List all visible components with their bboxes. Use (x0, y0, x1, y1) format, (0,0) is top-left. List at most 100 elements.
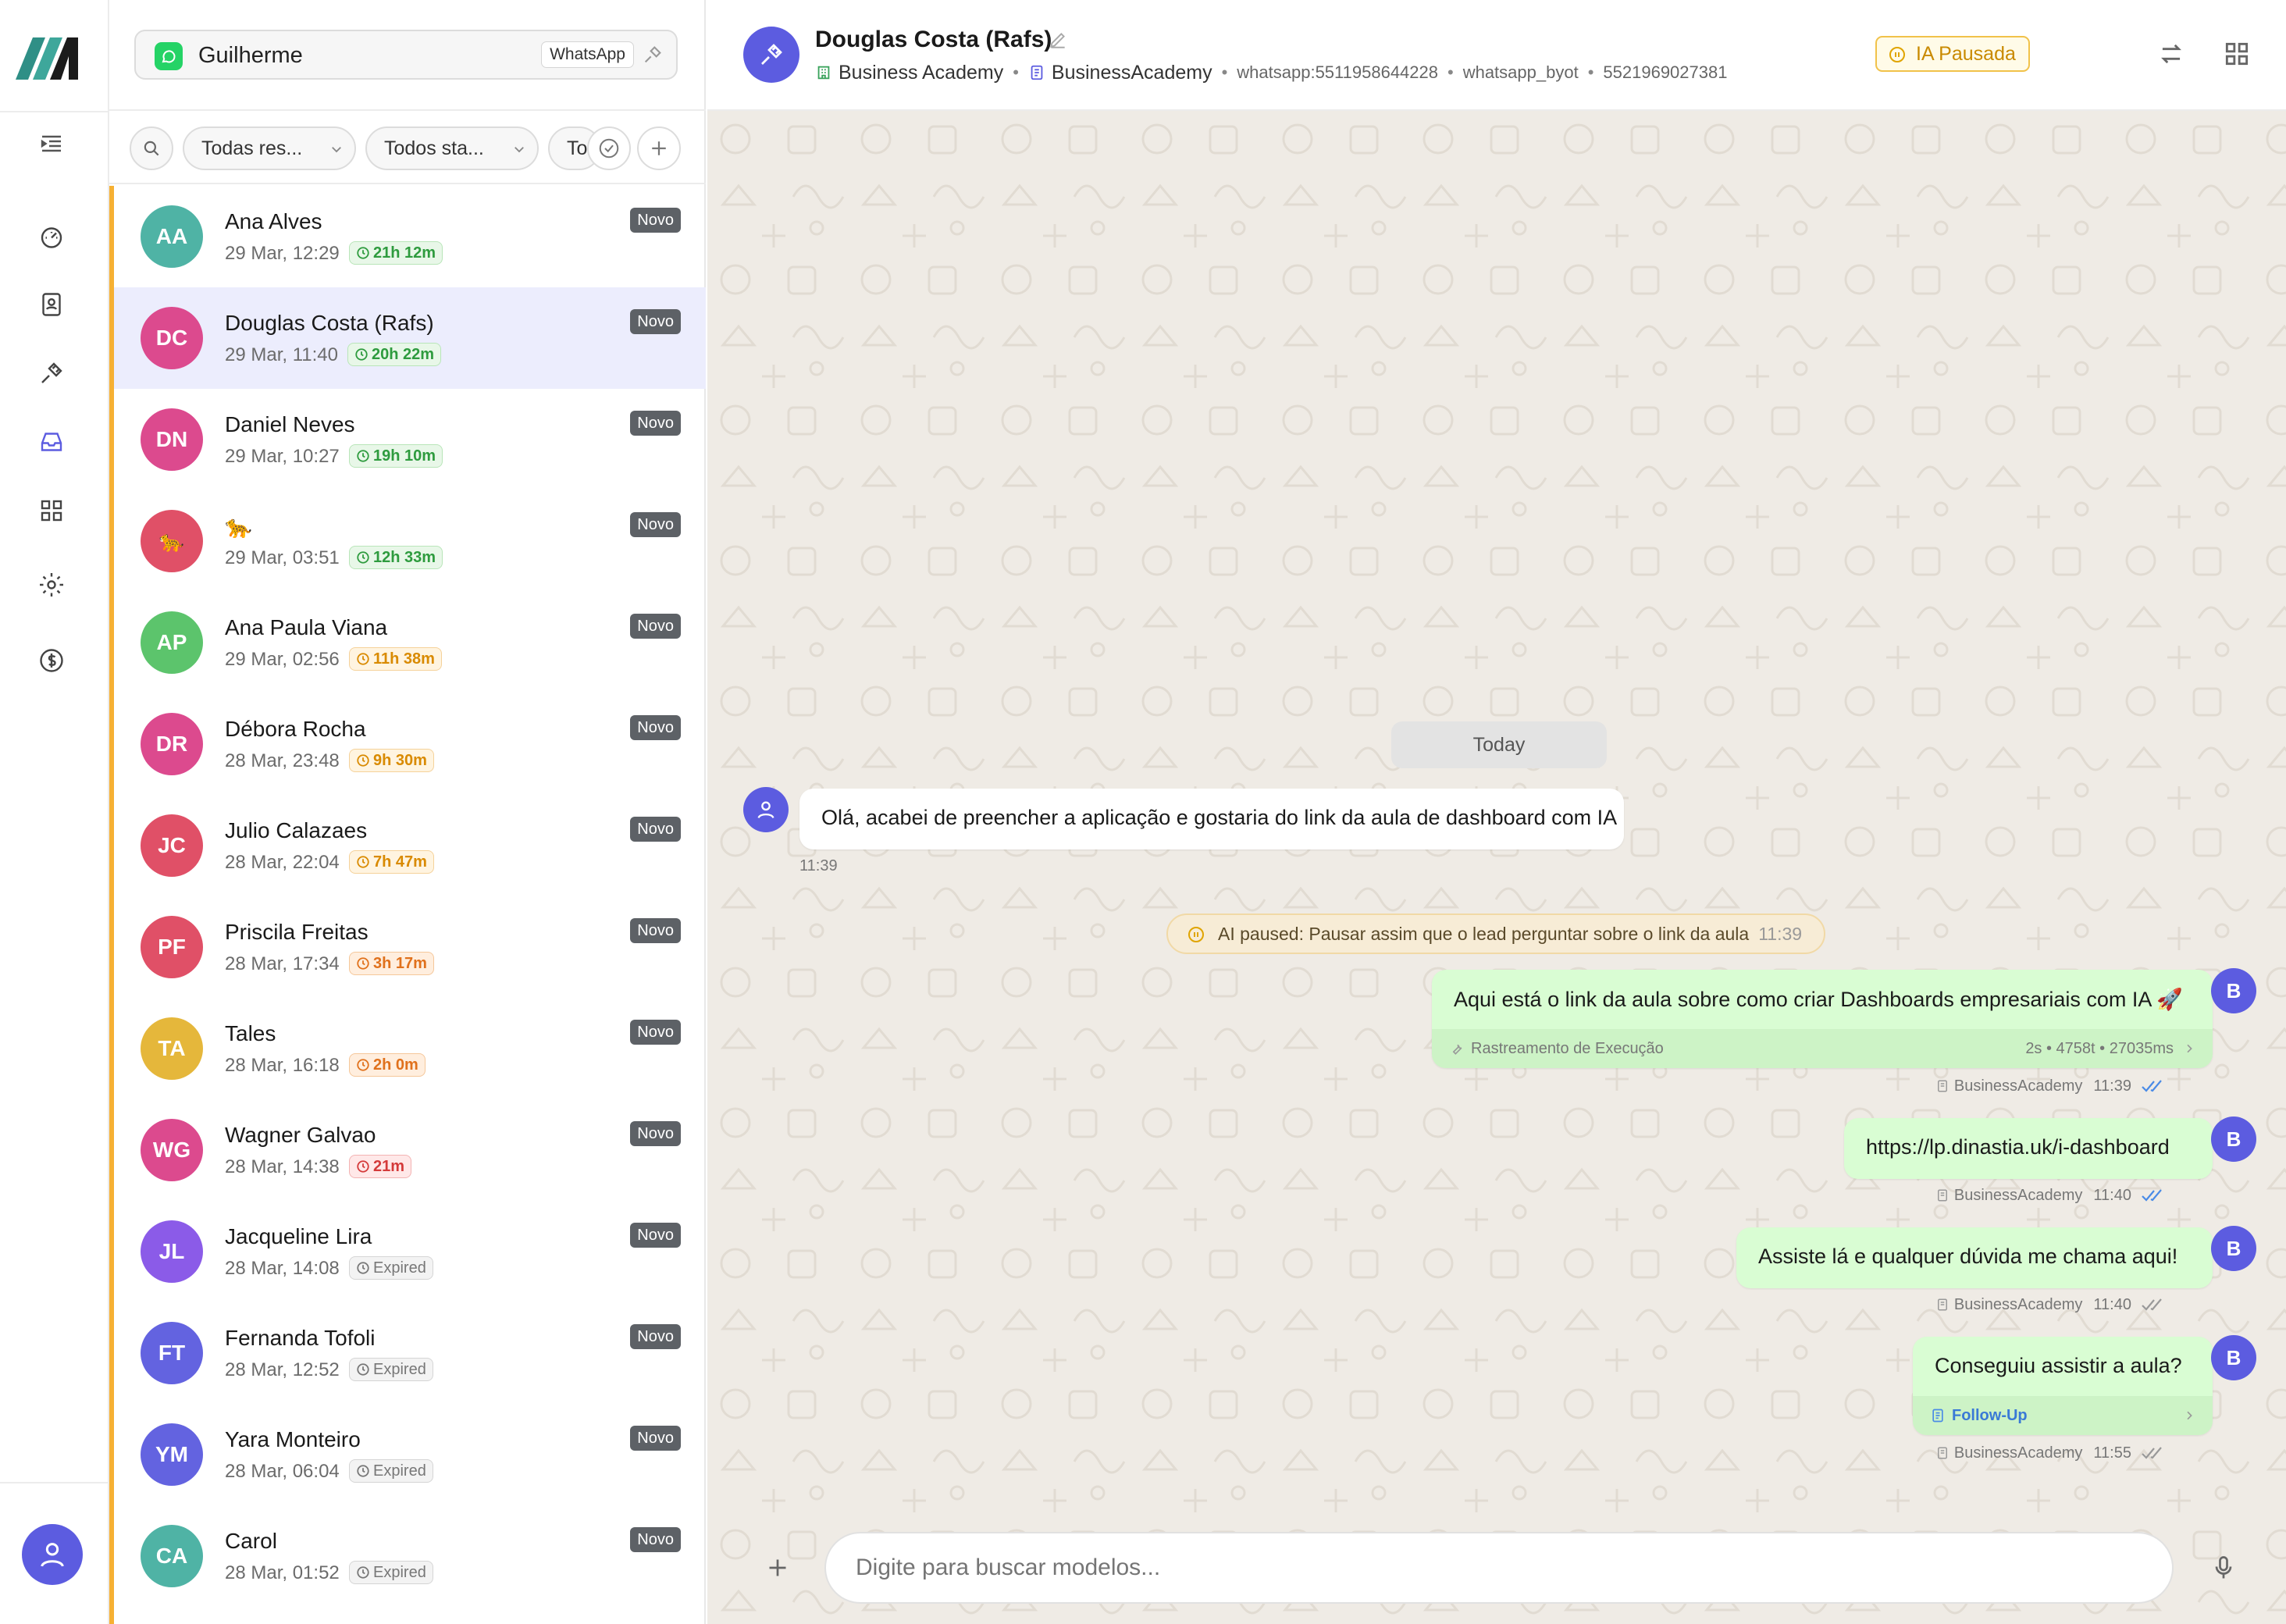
conversation-list-panel: Guilherme WhatsApp Todas res... Todos st… (109, 0, 706, 1624)
clock-icon (357, 1566, 369, 1579)
incoming-message-bubble[interactable]: Olá, acabei de preencher a aplicação e g… (799, 789, 1624, 849)
contact-message-avatar (743, 787, 789, 832)
message-time: 11:39 (799, 857, 838, 874)
conversation-item[interactable]: YM Yara Monteiro 28 Mar, 06:04 Expired Novo (114, 1404, 706, 1505)
responsible-filter-label: Todas res... (201, 137, 303, 159)
execution-trace-link[interactable]: Rastreamento de Execução 2s • 4758t • 27… (1432, 1029, 2213, 1068)
contact-name: Julio Calazaes (225, 818, 368, 842)
ai-paused-system-message: AI paused: Pausar assim que o lead pergu… (1166, 914, 1826, 954)
message-time: 11:39 (2093, 1077, 2131, 1095)
panel-grid-icon[interactable] (2222, 39, 2252, 69)
sender-name: BusinessAcademy (1953, 1186, 2083, 1204)
whatsapp-icon (155, 42, 183, 70)
dashboard-gauge-icon[interactable] (34, 219, 69, 254)
response-timer-badge: 21h 12m (349, 241, 443, 265)
chat-header: Douglas Costa (Rafs) Business Academy • … (707, 0, 2286, 111)
last-message-date: 29 Mar, 11:40 (225, 344, 338, 365)
sender-name: BusinessAcademy (1953, 1444, 2083, 1462)
search-button[interactable] (130, 126, 173, 170)
conversation-item[interactable]: WG Wagner Galvao 28 Mar, 14:38 21m Novo (114, 1099, 706, 1201)
ai-status-badge[interactable]: IA Pausada (1875, 36, 2030, 72)
responsible-filter[interactable]: Todas res... (183, 126, 356, 170)
conversation-item[interactable]: JL Jacqueline Lira 28 Mar, 14:08 Expired Nov… (114, 1201, 706, 1302)
edit-pencil-icon[interactable] (1048, 30, 1068, 50)
contact-avatar: TA (141, 1017, 203, 1080)
microphone-icon[interactable] (2209, 1554, 2238, 1582)
transfer-arrows-icon[interactable] (2156, 39, 2186, 69)
contact-name: Priscila Freitas (225, 920, 369, 944)
app-logo[interactable] (16, 30, 91, 80)
contacts-book-icon[interactable] (34, 287, 69, 322)
inbox-selector[interactable]: Guilherme WhatsApp (134, 30, 678, 80)
status-badge: Novo (630, 1426, 681, 1451)
timer-text: 19h 10m (373, 447, 436, 465)
clock-icon (357, 247, 369, 259)
conversation-item[interactable]: JC Julio Calazaes 28 Mar, 22:04 7h 47m Novo (114, 795, 706, 896)
timer-text: Expired (373, 1259, 426, 1277)
clock-icon (357, 754, 369, 767)
conversation-item[interactable]: 🐆 🐆 29 Mar, 03:51 12h 33m Novo (114, 490, 706, 592)
conversation-item[interactable]: CA Carol 28 Mar, 01:52 Expired Novo (114, 1505, 706, 1607)
apps-grid-icon[interactable] (34, 493, 69, 528)
outgoing-message-bubble[interactable]: https://lp.dinastia.uk/i-dashboard (1844, 1118, 2213, 1179)
user-avatar[interactable] (22, 1524, 83, 1585)
nav-rail (0, 0, 109, 1624)
conversation-item[interactable]: DC Douglas Costa (Rafs) 29 Mar, 11:40 20h 2… (114, 287, 706, 389)
timer-text: 21m (373, 1158, 405, 1175)
status-badge: Novo (630, 715, 681, 740)
rail-divider (0, 1482, 109, 1483)
timer-text: 3h 17m (373, 955, 427, 972)
conversation-item[interactable]: TA Tales 28 Mar, 16:18 2h 0m Novo (114, 998, 706, 1099)
new-conversation-button[interactable] (637, 126, 681, 170)
contact-name: Ana Paula Viana (225, 615, 388, 639)
conversation-item[interactable]: PF Priscila Freitas 28 Mar, 17:34 3h 17m Nov… (114, 896, 706, 998)
chevron-down-icon (332, 147, 341, 153)
timer-text: 20h 22m (372, 346, 435, 363)
integrations-plug-icon[interactable] (34, 356, 69, 390)
contact-avatar: FT (141, 1322, 203, 1384)
day-separator: Today (1391, 721, 1607, 768)
clock-icon (357, 856, 369, 868)
message-time: 11:40 (2093, 1295, 2131, 1313)
contact-avatar: PF (141, 916, 203, 978)
last-message-date: 28 Mar, 14:38 (225, 1156, 340, 1177)
conversation-item[interactable]: FT Fernanda Tofoli 28 Mar, 12:52 Expired Nov… (114, 1302, 706, 1404)
third-filter-label: To (567, 137, 588, 159)
filter-bar: Todas res... Todos sta... To (109, 112, 706, 184)
resolved-filter-button[interactable] (587, 126, 631, 170)
attach-plus-icon[interactable] (764, 1554, 792, 1582)
message-meta: BusinessAcademy 11:40 (1935, 1295, 2167, 1315)
settings-gear-icon[interactable] (34, 568, 69, 602)
link-icon[interactable] (642, 44, 664, 66)
conversation-item[interactable]: AA Ana Alves 29 Mar, 12:29 21h 12m Novo (114, 186, 706, 287)
clock-icon (357, 551, 369, 564)
status-filter[interactable]: Todos sta... (365, 126, 539, 170)
menu-toggle-icon[interactable] (34, 126, 69, 161)
contact-avatar: DR (141, 713, 203, 775)
outgoing-message-bubble[interactable]: Assiste lá e qualquer dúvida me chama aq… (1736, 1227, 2213, 1288)
contact-name: Tales (225, 1021, 276, 1045)
inbox-icon[interactable] (34, 425, 69, 459)
contact-name: 🐆 (225, 515, 252, 539)
agent-icon (1031, 65, 1043, 80)
contact-name: Ana Alves (225, 209, 322, 233)
follow-up-link[interactable]: Follow-Up (1913, 1396, 2213, 1435)
clock-icon (357, 450, 369, 462)
last-message-date: 28 Mar, 01:52 (225, 1562, 340, 1583)
contact-avatar: JL (141, 1220, 203, 1283)
billing-dollar-icon[interactable] (34, 643, 69, 678)
follow-up-label: Follow-Up (1952, 1407, 2028, 1424)
conversation-item[interactable]: DR Débora Rocha 28 Mar, 23:48 9h 30m Novo (114, 693, 706, 795)
contact-avatar[interactable] (743, 27, 799, 83)
conversation-item[interactable]: AP Ana Paula Viana 29 Mar, 02:56 11h 38m Nov… (114, 592, 706, 693)
response-timer-badge: 9h 30m (349, 749, 434, 772)
message-input[interactable] (824, 1532, 2174, 1604)
outgoing-message-bubble[interactable]: Conseguiu assistir a aula? Follow-Up (1913, 1337, 2213, 1435)
contact-name: Daniel Neves (225, 412, 355, 436)
clock-icon (357, 957, 369, 970)
timer-text: 2h 0m (373, 1056, 418, 1074)
outgoing-message-bubble[interactable]: Aqui está o link da aula sobre como cria… (1432, 970, 2213, 1068)
last-message-date: 29 Mar, 10:27 (225, 446, 340, 467)
building-icon (817, 66, 830, 80)
conversation-item[interactable]: DN Daniel Neves 29 Mar, 10:27 19h 10m Novo (114, 389, 706, 490)
